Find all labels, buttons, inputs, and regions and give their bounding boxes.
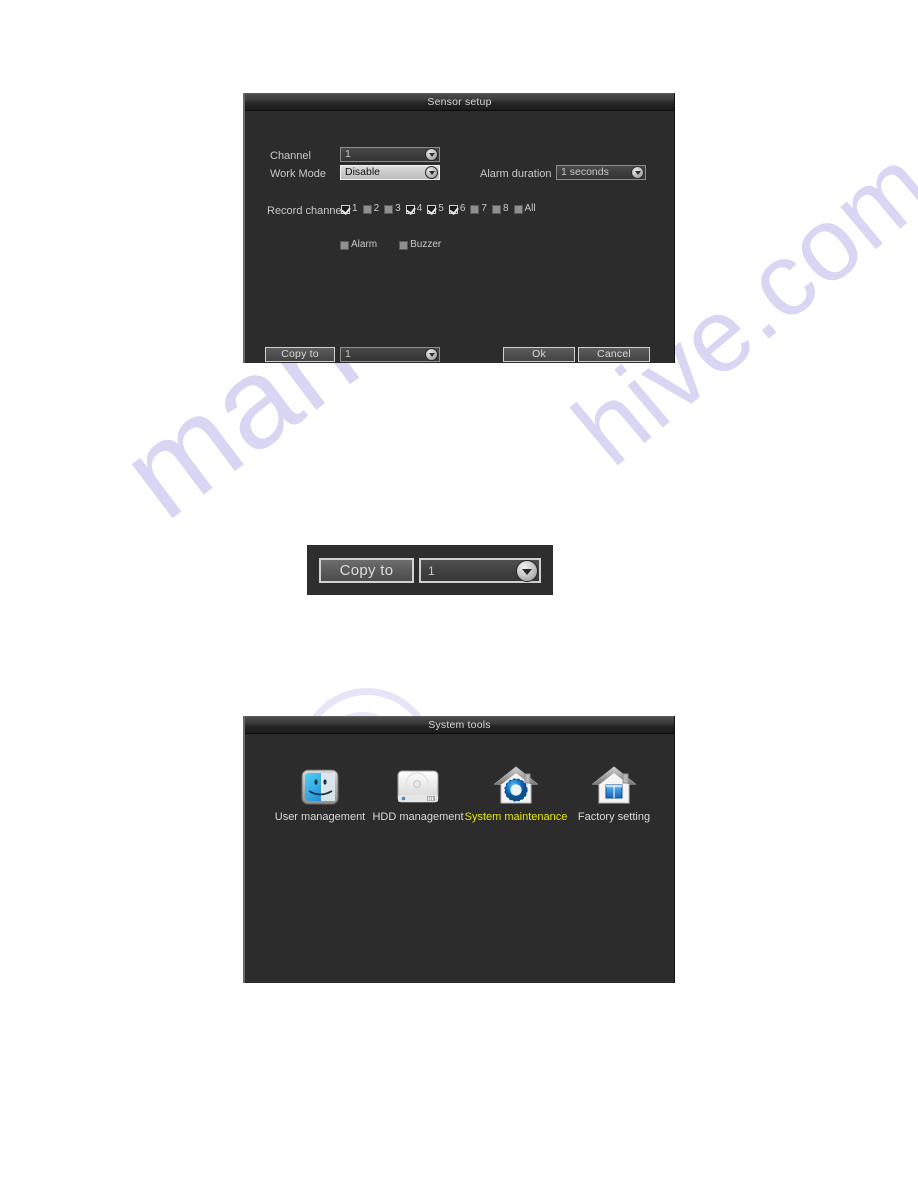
- checkbox-label: Buzzer: [410, 239, 442, 250]
- checkbox-item[interactable]: 1: [341, 204, 358, 214]
- checkbox-label: All: [524, 203, 536, 214]
- copy-to-callout-value: 1: [428, 563, 435, 578]
- cancel-button[interactable]: Cancel: [578, 347, 650, 362]
- checkbox-item[interactable]: 8: [491, 203, 509, 214]
- checkbox-checked-icon[interactable]: [405, 204, 415, 214]
- sensor-setup-dialog: Sensor setup Channel 1 Work Mode Disable…: [243, 93, 675, 363]
- checkbox-label: Alarm: [351, 239, 378, 250]
- checkbox-item[interactable]: 4: [405, 203, 423, 214]
- checkbox-item[interactable]: Alarm: [340, 240, 377, 250]
- work-mode-dropdown[interactable]: Disable: [340, 165, 440, 180]
- sensor-setup-title: Sensor setup: [427, 95, 492, 108]
- checkbox-label: 4: [416, 203, 423, 214]
- checkbox-label: 2: [373, 203, 380, 214]
- alarm-buzzer-checkbox-group: Alarm Buzzer: [340, 240, 463, 250]
- work-mode-dropdown-value: Disable: [345, 167, 381, 178]
- checkbox-label: 7: [481, 203, 487, 214]
- house-window-icon[interactable]: [554, 759, 674, 807]
- checkbox-label: 3: [395, 203, 401, 214]
- checkbox-item[interactable]: 5: [427, 204, 444, 214]
- chevron-down-icon[interactable]: [425, 348, 438, 361]
- system-tools-titlebar: System tools: [245, 716, 674, 734]
- chevron-down-icon[interactable]: [516, 559, 538, 582]
- chevron-down-icon[interactable]: [425, 166, 438, 179]
- copy-to-callout-dropdown[interactable]: 1: [419, 558, 541, 583]
- copy-to-dropdown-value: 1: [345, 349, 351, 360]
- ok-button[interactable]: Ok: [503, 347, 575, 362]
- sensor-setup-body: Channel 1 Work Mode Disable Alarm durati…: [245, 111, 674, 365]
- system-tool-label: Factory setting: [577, 811, 651, 823]
- record-channel-label: Record channel: [267, 205, 345, 217]
- checkbox-item[interactable]: 6: [448, 203, 466, 214]
- checkbox-item[interactable]: All: [513, 203, 536, 214]
- copy-to-dropdown[interactable]: 1: [340, 347, 440, 362]
- checkbox-unchecked-icon[interactable]: [470, 204, 480, 214]
- alarm-duration-dropdown[interactable]: 1 seconds: [556, 165, 646, 180]
- checkbox-unchecked-icon[interactable]: [384, 204, 394, 214]
- checkbox-label: 8: [502, 203, 509, 214]
- alarm-duration-dropdown-value: 1 seconds: [561, 167, 609, 178]
- copy-to-button[interactable]: Copy to: [265, 347, 335, 362]
- channel-dropdown[interactable]: 1: [340, 147, 440, 162]
- alarm-duration-label: Alarm duration: [480, 168, 552, 180]
- checkbox-label: 6: [459, 203, 466, 214]
- system-tools-title: System tools: [428, 718, 491, 731]
- checkbox-item[interactable]: 3: [384, 204, 401, 214]
- checkbox-checked-icon[interactable]: [341, 204, 350, 214]
- copy-to-callout-button[interactable]: Copy to: [319, 558, 414, 583]
- work-mode-label: Work Mode: [270, 168, 327, 180]
- checkbox-unchecked-icon[interactable]: [362, 204, 372, 214]
- chevron-down-icon[interactable]: [631, 166, 644, 179]
- checkbox-label: 1: [352, 203, 358, 214]
- checkbox-item[interactable]: 2: [362, 203, 380, 214]
- checkbox-label: 5: [438, 203, 444, 214]
- checkbox-unchecked-icon[interactable]: [340, 240, 349, 250]
- system-tool-factory-setting[interactable]: Factory setting: [554, 759, 674, 823]
- checkbox-checked-icon[interactable]: [427, 204, 437, 214]
- system-tools-body: User management HDD management System ma…: [245, 734, 674, 985]
- chevron-down-icon[interactable]: [425, 148, 438, 161]
- channel-dropdown-value: 1: [345, 149, 351, 160]
- checkbox-item[interactable]: Buzzer: [399, 240, 441, 250]
- checkbox-item[interactable]: 7: [470, 204, 487, 214]
- channel-label: Channel: [270, 150, 311, 162]
- checkbox-checked-icon[interactable]: [448, 204, 458, 214]
- sensor-setup-titlebar: Sensor setup: [245, 93, 674, 111]
- checkbox-unchecked-icon[interactable]: [491, 204, 501, 214]
- checkbox-unchecked-icon[interactable]: [513, 204, 523, 214]
- record-channel-checkbox-group: 1 2 3 4 5 6 7 8 All: [341, 204, 541, 214]
- checkbox-unchecked-icon[interactable]: [399, 240, 409, 250]
- copy-to-callout: Copy to 1: [307, 545, 553, 595]
- system-tools-dialog: System tools User management HDD managem…: [243, 716, 675, 983]
